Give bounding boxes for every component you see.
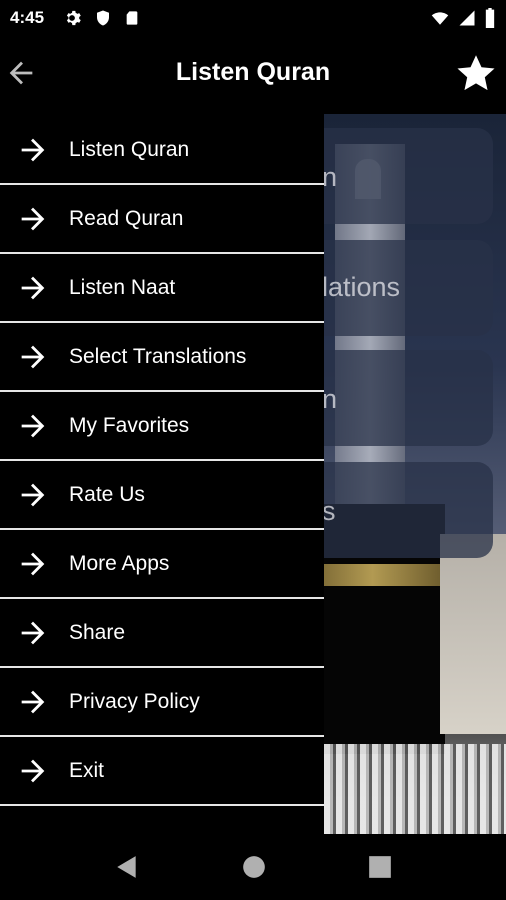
background-card-2-text: lations — [322, 272, 401, 302]
drawer-item-exit[interactable]: Exit — [0, 737, 324, 806]
drawer-item-label: My Favorites — [69, 413, 190, 437]
star-icon — [457, 55, 495, 91]
favorite-button[interactable] — [454, 52, 498, 96]
battery-icon — [485, 8, 495, 28]
drawer-item-rate-us[interactable]: Rate Us — [0, 461, 324, 530]
arrow-right-icon — [21, 345, 45, 368]
status-bar: 4:45 — [0, 0, 506, 36]
drawer-item-label: Select Translations — [69, 344, 247, 368]
drawer-item-select-translations[interactable]: Select Translations — [0, 323, 324, 392]
signal-icon — [459, 10, 475, 26]
drawer-item-label: Exit — [69, 758, 105, 782]
drawer-item-label: Rate Us — [69, 482, 145, 506]
navigation-drawer: Listen Quran Read Quran Listen Naat Sele… — [0, 114, 324, 834]
drawer-item-label: Listen Naat — [69, 275, 176, 299]
sd-card-icon — [126, 11, 138, 25]
drawer-item-listen-naat[interactable]: Listen Naat — [0, 254, 324, 323]
status-time: 4:45 — [10, 8, 45, 27]
status-left-icons — [62, 8, 140, 28]
home-circle-icon[interactable] — [241, 854, 267, 880]
arrow-right-icon — [21, 483, 45, 506]
arrow-right-icon — [21, 621, 45, 644]
arrow-right-icon — [21, 759, 45, 782]
drawer-item-listen-quran[interactable]: Listen Quran — [0, 116, 324, 185]
drawer-item-label: Read Quran — [69, 206, 184, 230]
drawer-item-read-quran[interactable]: Read Quran — [0, 185, 324, 254]
background-card-4-text: s — [322, 496, 336, 526]
arches — [440, 534, 506, 734]
drawer-item-share[interactable]: Share — [0, 599, 324, 668]
drawer-item-label: Listen Quran — [69, 137, 190, 161]
drawer-item-privacy-policy[interactable]: Privacy Policy — [0, 668, 324, 737]
drawer-item-label: More Apps — [69, 551, 170, 575]
crowd — [300, 744, 506, 834]
arrow-right-icon — [21, 276, 45, 299]
arrow-right-icon — [21, 414, 45, 437]
back-triangle-icon[interactable] — [114, 854, 140, 880]
system-navigation-bar — [0, 834, 506, 900]
shield-icon — [97, 10, 109, 26]
app-bar: Listen Quran — [0, 36, 506, 114]
drawer-item-label: Share — [69, 620, 126, 644]
drawer-item-label: Privacy Policy — [69, 689, 200, 713]
page-title: Listen Quran — [175, 58, 331, 86]
wifi-icon — [431, 12, 449, 25]
arrow-right-icon — [21, 207, 45, 230]
status-right-icons — [430, 8, 496, 28]
gear-icon — [66, 10, 81, 26]
arrow-right-icon — [21, 138, 45, 161]
arrow-right-icon — [21, 552, 45, 575]
drawer-item-more-apps[interactable]: More Apps — [0, 530, 324, 599]
background-card-3-text: n — [322, 384, 338, 414]
recents-square-icon[interactable] — [367, 854, 393, 880]
background-card-1-text: n — [322, 162, 338, 192]
arrow-right-icon — [21, 690, 45, 713]
drawer-item-my-favorites[interactable]: My Favorites — [0, 392, 324, 461]
